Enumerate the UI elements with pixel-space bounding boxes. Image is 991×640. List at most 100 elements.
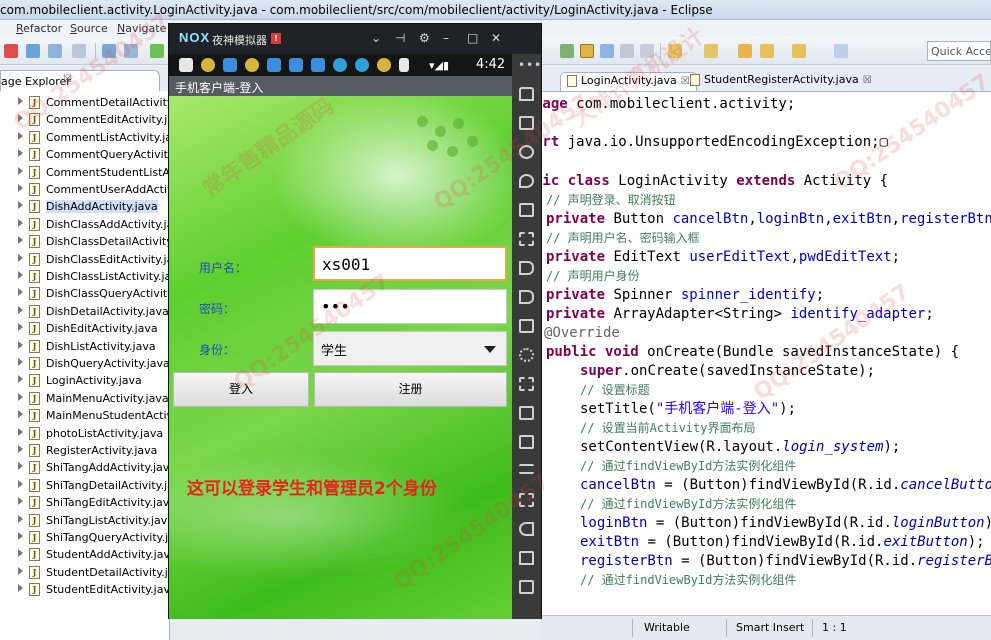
pin-editor-icon[interactable] [834,44,848,58]
back-icon[interactable] [760,44,774,58]
trash-icon[interactable] [519,87,534,101]
quick-access-input[interactable]: Quick Access [927,41,991,61]
expand-arrow-icon[interactable] [18,549,23,558]
login-button[interactable]: 登入 [173,372,309,407]
expand-arrow-icon[interactable] [18,479,23,488]
expand-arrow-icon[interactable] [18,236,23,245]
expand-arrow-icon[interactable] [18,305,23,314]
expand-arrow-icon[interactable] [18,184,23,192]
open-type-icon[interactable] [102,44,116,58]
expand-arrow-icon[interactable] [18,288,23,297]
apk-install-icon[interactable] [519,319,534,333]
location-icon[interactable] [519,174,534,188]
expand-arrow-icon[interactable] [18,392,23,401]
menu-refactor[interactable]: Refactor [16,22,62,35]
tree-item[interactable]: J CommentQueryActivity.java [0,146,169,163]
screen-icon[interactable] [519,203,534,217]
tree-item[interactable]: J DishClassListActivity.java [0,268,169,285]
save-all-icon[interactable] [48,44,62,58]
menu-navigate[interactable]: Navigate [117,22,166,35]
minimize-icon[interactable]: – [443,31,449,45]
close-icon[interactable]: ✕ [491,31,501,45]
check-icon[interactable] [150,44,164,58]
tree-item[interactable]: J DishQueryActivity.java [0,355,169,372]
search-icon[interactable] [560,44,574,58]
stop-icon[interactable] [4,44,18,58]
volume-up-icon[interactable] [519,261,534,275]
tree-item[interactable]: J ShiTangListActivity.java [0,512,169,529]
tree-item[interactable]: J StudentEditActivity.java [0,581,169,598]
tree-item[interactable]: J RegisterActivity.java [0,442,169,459]
username-input[interactable]: xs001 [313,246,507,281]
tree-item[interactable]: J DishClassDetailActivity.java [0,233,169,250]
pin-icon[interactable]: ⊣ [395,31,405,45]
tree-item[interactable]: J DishAddActivity.java [0,198,169,215]
expand-arrow-icon[interactable] [18,271,23,279]
expand-arrow-icon[interactable] [18,375,23,384]
package-explorer-tab[interactable]: age Explorer ☒ [0,70,160,92]
tree-item[interactable]: J DishDetailActivity.java [0,303,169,320]
tree-item[interactable]: J ShiTangEditActivity.java [0,494,169,511]
keyboard-icon[interactable] [519,116,534,130]
next-annotation-icon[interactable] [668,44,682,58]
settings-icon[interactable]: ⚙ [419,31,430,45]
tree-item[interactable]: J DishEditActivity.java [0,320,169,337]
expand-arrow-icon[interactable] [18,410,23,419]
tree-item[interactable]: J MainMenuActivity.java [0,390,169,407]
expand-arrow-icon[interactable] [18,149,23,158]
toggle-icon[interactable] [600,44,614,58]
expand-arrow-icon[interactable] [18,253,23,262]
open-task-icon[interactable] [124,44,138,58]
mark-occurrences-icon[interactable] [580,44,594,58]
volume-down-icon[interactable] [519,290,534,304]
last-edit-icon[interactable] [738,44,752,58]
tree-item[interactable]: J ShiTangQueryActivity.java [0,529,169,546]
tree-item[interactable]: J DishClassEditActivity.java [0,251,169,268]
dropdown-icon[interactable]: ⌄ [371,31,381,45]
block-select-icon[interactable] [620,44,634,58]
tree-item[interactable]: J CommentListActivity.java [0,129,169,146]
expand-arrow-icon[interactable] [18,358,23,366]
expand-arrow-icon[interactable] [18,131,23,140]
register-button[interactable]: 注册 [314,372,507,407]
expand-arrow-icon[interactable] [18,445,23,453]
back-icon[interactable] [519,522,534,536]
tree-item[interactable]: J CommentStudentListActivity.java [0,164,169,181]
scissors-icon[interactable] [519,145,534,159]
tree-item[interactable]: J CommentDetailActivity.java [0,94,169,111]
code-editor[interactable]: kage com.mobileclient.activity; ort java… [540,92,991,615]
tab-login-activity[interactable]: LoginActivity.java ☒ [560,72,697,91]
tree-item[interactable]: J DishClassAddActivity.java [0,216,169,233]
alert-badge[interactable]: ! [271,33,281,44]
macro-icon[interactable] [519,377,534,391]
expand-arrow-icon[interactable] [18,323,23,332]
maximize-icon[interactable]: □ [467,31,478,45]
print-icon[interactable] [72,44,86,58]
record-icon[interactable] [519,406,534,420]
tree-item[interactable]: J StudentDetailActivity.java [0,564,169,581]
menu-source[interactable]: Source [70,22,108,35]
home-icon[interactable] [519,551,534,565]
expand-arrow-icon[interactable] [18,427,23,436]
multi-instance-icon[interactable] [519,435,534,449]
tree-item[interactable]: J DishListActivity.java [0,338,169,355]
identity-spinner[interactable]: 学生 [313,331,507,366]
save-icon[interactable] [26,44,40,58]
tab-student-register-activity[interactable]: StudentRegisterActivity.java ☒ [690,73,872,92]
whitespace-icon[interactable] [640,44,654,58]
expand-arrow-icon[interactable] [18,566,23,575]
expand-arrow-icon[interactable] [18,97,23,105]
expand-arrow-icon[interactable] [18,114,23,123]
grid-icon[interactable] [519,493,534,507]
tree-item[interactable]: J LoginActivity.java [0,372,169,389]
recent-apps-icon[interactable] [519,580,534,594]
expand-arrow-icon[interactable] [18,462,23,471]
expand-arrow-icon[interactable] [18,584,23,593]
tree-item[interactable]: JphotoListActivity.java [0,425,169,442]
expand-arrow-icon[interactable] [18,514,23,523]
fullscreen-icon[interactable] [519,232,534,246]
expand-arrow-icon[interactable] [18,497,23,506]
tree-item[interactable]: J ShiTangAddActivity.java [0,459,169,476]
prev-annotation-icon[interactable] [704,44,718,58]
close-icon[interactable]: ☒ [63,74,72,85]
